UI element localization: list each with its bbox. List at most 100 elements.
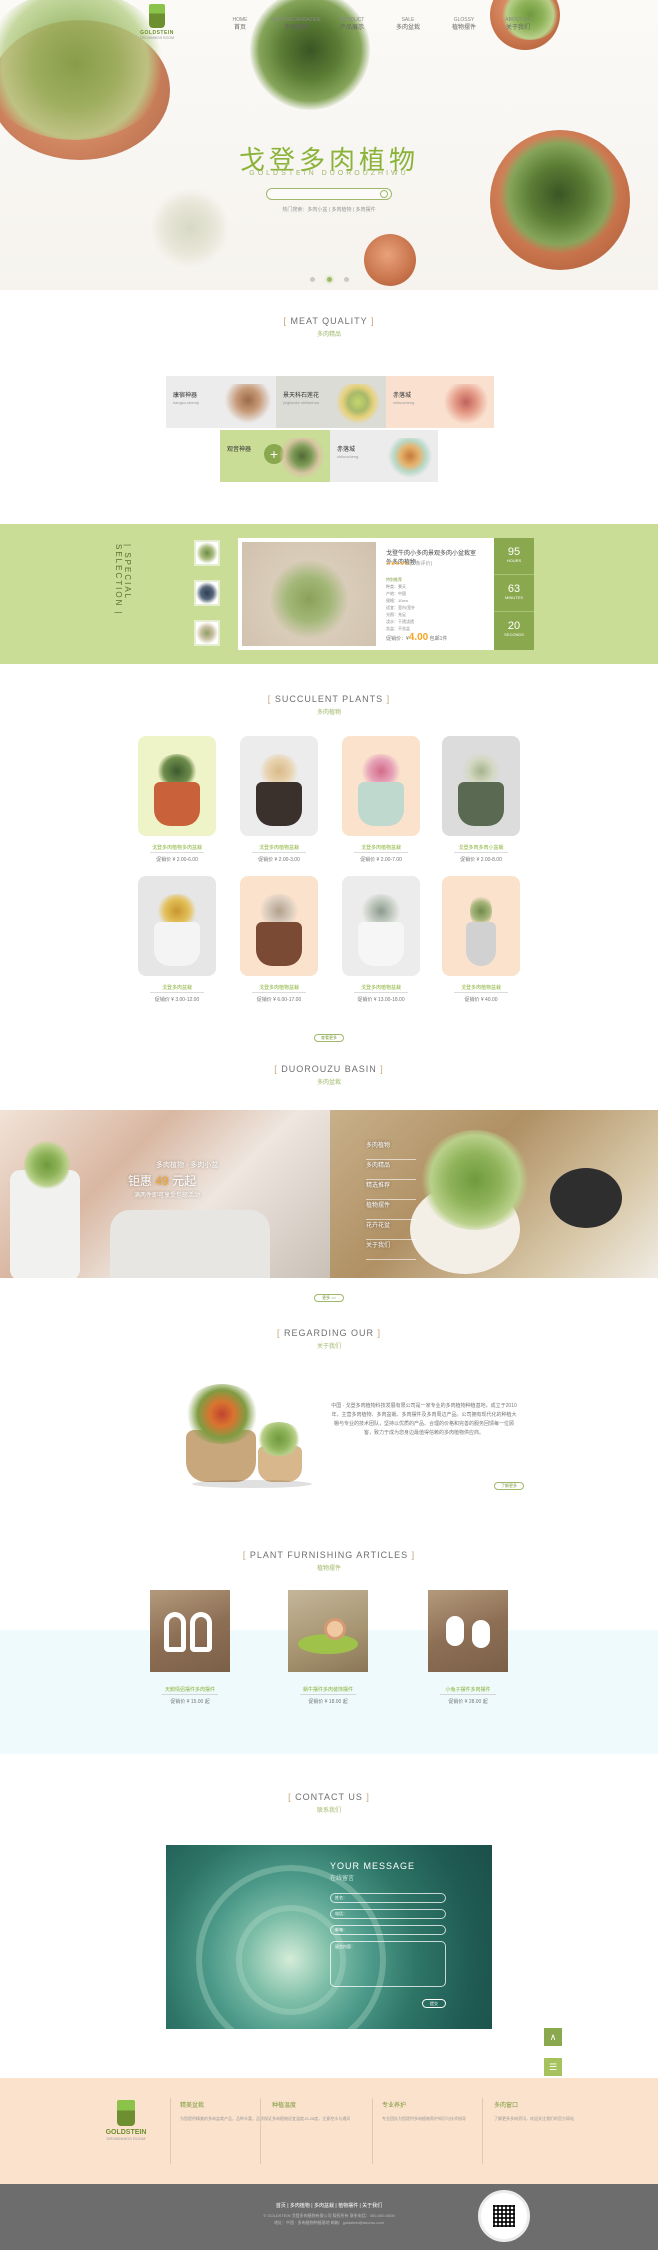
section-title: [ DUOROUZU BASIN ] xyxy=(274,1064,384,1074)
search-icon[interactable] xyxy=(380,190,388,198)
more-products-button[interactable]: 查看更多 xyxy=(314,1034,344,1042)
back-to-top-button[interactable]: ∧ xyxy=(544,2028,562,2046)
pot-image xyxy=(110,1210,270,1278)
product-card[interactable]: 戈登多肉植物盆栽 促销价 ¥ 6.00-17.00 xyxy=(240,876,320,1012)
quality-tile[interactable]: 赤落城 chiluocheng xyxy=(386,376,494,428)
section-title: [ CONTACT US ] xyxy=(288,1792,370,1802)
product-card[interactable]: 戈登多肉盆栽 促销价 ¥ 3.00-12.00 xyxy=(138,876,218,1012)
product-card[interactable]: 戈登多肉植物盆栽 促销价 ¥ 2.00-3.00 xyxy=(240,736,320,872)
hero-subtitle: GOLDSTEIN DUOROUZHIWU xyxy=(249,170,409,177)
basin-promo-line: 满两件即可享受包邮活动 xyxy=(134,1193,201,1199)
quality-tile[interactable]: 观音神器 + xyxy=(220,430,330,482)
carousel-dot[interactable] xyxy=(310,277,315,282)
product-name[interactable]: 戈登多肉植物盆栽 xyxy=(240,984,318,991)
product-card[interactable]: 戈登多肉植物盆栽 促销价 ¥ 40.00 xyxy=(442,876,522,1012)
tile-sublabel: chiluocheng xyxy=(337,454,359,459)
logo[interactable]: GOLDSTEIN DROWNHIGS ROOM xyxy=(132,4,182,50)
tile-image xyxy=(279,438,325,478)
article-card[interactable]: 小兔子摆件多肉摆件 促销价 ¥ 28.00 起 xyxy=(428,1590,508,1710)
footer-bottom: 首页 | 多肉植物 | 多肉盆栽 | 植物摆件 | 关于我们 © GOLDSTE… xyxy=(0,2184,658,2250)
quality-tile[interactable]: 康宿神器 kangsu shenqi xyxy=(166,376,276,428)
product-name[interactable]: 戈登多肉植物盆栽 xyxy=(342,844,420,851)
hot-search-tags[interactable]: 热门搜索：多肉小盆 | 多肉植物 | 多肉摆件 xyxy=(0,206,658,213)
submit-button[interactable]: 提交 xyxy=(422,1999,446,2008)
product-card[interactable]: 戈登多肉植物多肉盆栽 促销价 ¥ 2.00-6.00 xyxy=(138,736,218,872)
footer-brand: GOLDSTEIN xyxy=(105,2129,147,2136)
product-image xyxy=(342,736,420,836)
article-card[interactable]: 蜗牛摆件多肉装饰摆件 促销价 ¥ 18.00 起 xyxy=(288,1590,368,1710)
basin-banner-left[interactable]: 多肉植物 · 多肉小盆 钜惠 49 元起 满两件即可享受包邮活动 xyxy=(0,1110,330,1278)
product-card[interactable]: 戈登多肉植物盆栽 促销价 ¥ 2.00-7.00 xyxy=(342,736,422,872)
about-more-button[interactable]: 了解更多 xyxy=(494,1482,524,1490)
product-image xyxy=(442,876,520,976)
special-product-image xyxy=(242,542,376,646)
rating-stars: ★★★★★ (3 条评价) xyxy=(386,561,433,567)
search-input[interactable] xyxy=(266,188,392,200)
product-name[interactable]: 戈登多肉多肉小盆栽 xyxy=(442,844,520,851)
basin-menu: 多肉植物 多肉精品 精选推荐 植物摆件 花卉花盆 关于我们 xyxy=(366,1140,416,1260)
article-name[interactable]: 天鹅情侣摆件多肉摆件 xyxy=(150,1686,230,1693)
footer-copyright: © GOLDSTEIN 戈登多肉植物有限公司 版权所有 联系电话：400-000… xyxy=(263,2213,395,2225)
article-name[interactable]: 小兔子摆件多肉摆件 xyxy=(428,1686,508,1693)
name-field[interactable]: 姓名： xyxy=(330,1893,446,1903)
product-image xyxy=(240,736,318,836)
product-name[interactable]: 戈登多肉植物多肉盆栽 xyxy=(138,844,216,851)
article-name[interactable]: 蜗牛摆件多肉装饰摆件 xyxy=(288,1686,368,1693)
special-thumbnail[interactable] xyxy=(194,620,220,646)
special-product-card[interactable]: 戈登牛肉小多肉景观多肉小盆栽室外多肉植物 ★★★★★ (3 条评价) 特别推荐 … xyxy=(238,538,534,650)
product-card[interactable]: 戈登多肉植物盆栽 促销价 ¥ 13.00-18.00 xyxy=(342,876,422,1012)
special-thumbnail[interactable] xyxy=(194,540,220,566)
quality-tile[interactable]: 赤落城 chiluocheng xyxy=(330,430,438,482)
article-card[interactable]: 天鹅情侣摆件多肉摆件 促销价 ¥ 15.00 起 xyxy=(150,1590,230,1710)
article-image xyxy=(288,1590,368,1672)
carousel-dot[interactable] xyxy=(327,277,332,282)
special-selection: | SPECIAL SELECTION | 戈登牛肉小多肉景观多肉小盆栽室外多肉… xyxy=(0,524,658,664)
product-name[interactable]: 戈登多肉植物盆栽 xyxy=(240,844,318,851)
cart-icon[interactable]: ☰ xyxy=(544,2058,562,2076)
basin-menu-item[interactable]: 关于我们 xyxy=(366,1240,416,1260)
section-subtitle: 关于我们 xyxy=(316,1344,341,1350)
footer-links[interactable]: 首页 | 多肉植物 | 多肉盆栽 | 植物摆件 | 关于我们 xyxy=(0,2202,658,2209)
product-name[interactable]: 戈登多肉盆栽 xyxy=(138,984,216,991)
basin-menu-item[interactable]: 精选推荐 xyxy=(366,1180,416,1200)
basin-menu-item[interactable]: 多肉植物 xyxy=(366,1140,416,1160)
footer-brand-sub: DROWNHIGS ROOM xyxy=(106,2136,146,2141)
product-price: 促销价 ¥ 2.00-8.00 xyxy=(460,857,502,863)
nav-item-home[interactable]: HOME 首页 xyxy=(210,16,270,32)
nav-item-multisecarbazide[interactable]: MULTISECARBAZIDE 多肉植物 xyxy=(266,16,326,32)
tile-image xyxy=(225,384,271,424)
nav-item-about[interactable]: ABOUT US 关于我们 xyxy=(488,16,548,32)
nav-item-glossy[interactable]: GLOSSY 植物摆件 xyxy=(434,16,494,32)
product-image xyxy=(138,876,216,976)
product-card[interactable]: 戈登多肉多肉小盆栽 促销价 ¥ 2.00-8.00 xyxy=(442,736,522,872)
product-name[interactable]: 戈登多肉植物盆栽 xyxy=(342,984,420,991)
basin-menu-item[interactable]: 多肉精品 xyxy=(366,1160,416,1180)
succulent-image xyxy=(150,188,230,268)
email-field[interactable]: 邮箱： xyxy=(330,1925,446,1935)
product-name[interactable]: 戈登多肉植物盆栽 xyxy=(442,984,520,991)
message-field[interactable]: 留言内容： xyxy=(330,1941,446,1987)
countdown-hours: 95 HOURS xyxy=(494,538,534,575)
product-price: 促销价 ¥ 3.00-12.00 xyxy=(154,997,200,1003)
logo-sub: DROWNHIGS ROOM xyxy=(139,36,175,40)
product-image xyxy=(342,876,420,976)
countdown-seconds: 20 SECONDS xyxy=(504,620,524,637)
tile-label: 赤落城 xyxy=(337,447,356,453)
carousel-dot[interactable] xyxy=(344,277,349,282)
countdown-panel: 95 HOURS 63 MINUTES 20 SECONDS xyxy=(494,538,534,650)
basin-menu-item[interactable]: 花卉花盆 xyxy=(366,1220,416,1240)
section-title: [ REGARDING OUR ] xyxy=(276,1328,382,1338)
section-header-articles: [ PLANT FURNISHING ARTICLES ] 植物摆件 xyxy=(0,1550,658,1572)
more-basin-button[interactable]: 更多 >> xyxy=(314,1294,344,1302)
section-subtitle: 多肉盆栽 xyxy=(316,1080,341,1086)
special-thumbnail[interactable] xyxy=(194,580,220,606)
phone-field[interactable]: 电话： xyxy=(330,1909,446,1919)
basin-menu-item[interactable]: 植物摆件 xyxy=(366,1200,416,1220)
footer-logo[interactable]: GOLDSTEIN DROWNHIGS ROOM xyxy=(96,2100,156,2141)
section-header-meat-quality: [ MEAT QUALITY ] 多肉精品 xyxy=(0,316,658,338)
section-header-basin: [ DUOROUZU BASIN ] 多肉盆栽 xyxy=(0,1064,658,1086)
quality-tile[interactable]: 景天科石莲花 jingtianke shilianhua xyxy=(276,376,386,428)
nav-item-product[interactable]: PRODUCT 产品展示 xyxy=(322,16,382,32)
nav-item-sale[interactable]: SALE 多肉盆栽 xyxy=(378,16,438,32)
main-nav: HOME 首页 MULTISECARBAZIDE 多肉植物 PRODUCT 产品展示 … xyxy=(210,16,540,34)
